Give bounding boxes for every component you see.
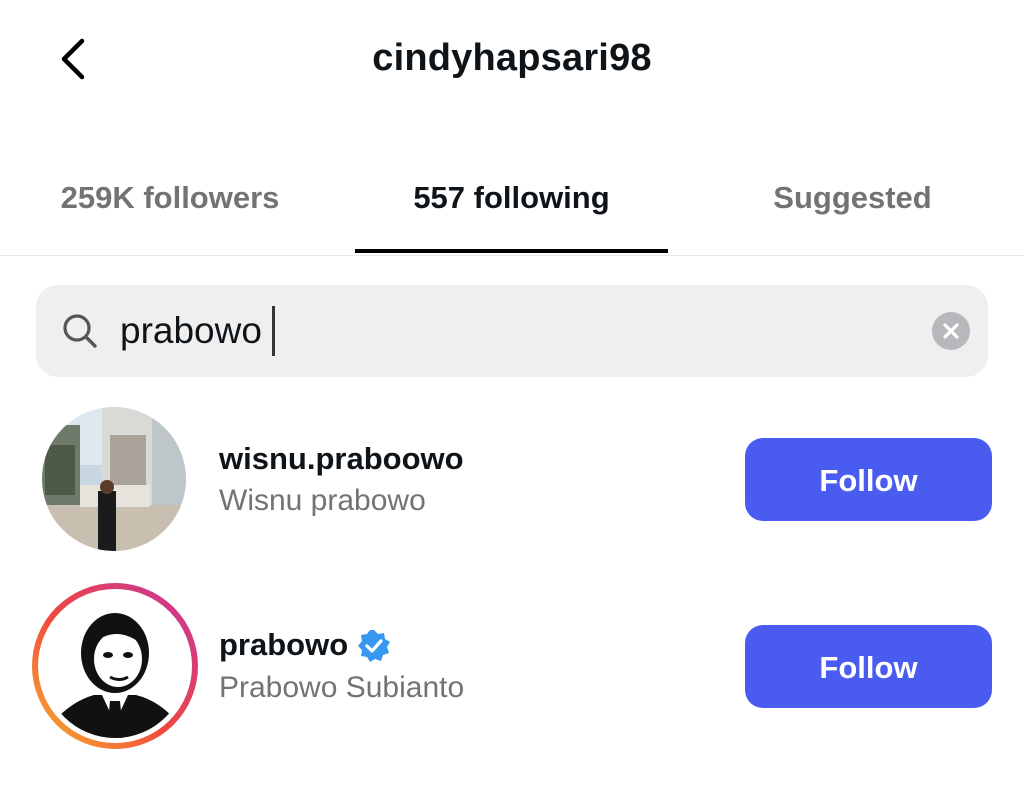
tab-suggested[interactable]: Suggested [700,178,1005,218]
search-bar[interactable]: prabowo [36,285,988,377]
display-name: Prabowo Subianto [219,671,465,704]
tab-followers[interactable]: 259K followers [20,178,320,218]
search-icon [63,314,97,348]
list-item[interactable]: prabowo Prabowo Subianto Follow [0,583,1024,749]
avatar[interactable] [32,583,198,749]
clear-icon[interactable] [932,312,970,350]
close-icon [943,323,959,339]
list-item[interactable]: wisnu.praboowo Wisnu prabowo Follow [0,405,1024,565]
avatar[interactable] [40,405,188,553]
active-tab-indicator [355,249,668,253]
search-input[interactable]: prabowo [120,307,262,355]
follow-button[interactable]: Follow [745,438,992,521]
username[interactable]: wisnu.praboowo [219,439,464,479]
page-title: cindyhapsari98 [372,37,652,79]
top-bar: cindyhapsari98 [0,0,1024,120]
username[interactable]: prabowo [219,625,348,665]
tab-bar: 259K followers 557 following Suggested [0,160,1024,256]
verified-badge-icon [358,630,390,662]
tab-following[interactable]: 557 following [355,178,668,218]
follow-button[interactable]: Follow [745,625,992,708]
text-cursor [272,306,275,356]
display-name: Wisnu prabowo [219,484,426,517]
